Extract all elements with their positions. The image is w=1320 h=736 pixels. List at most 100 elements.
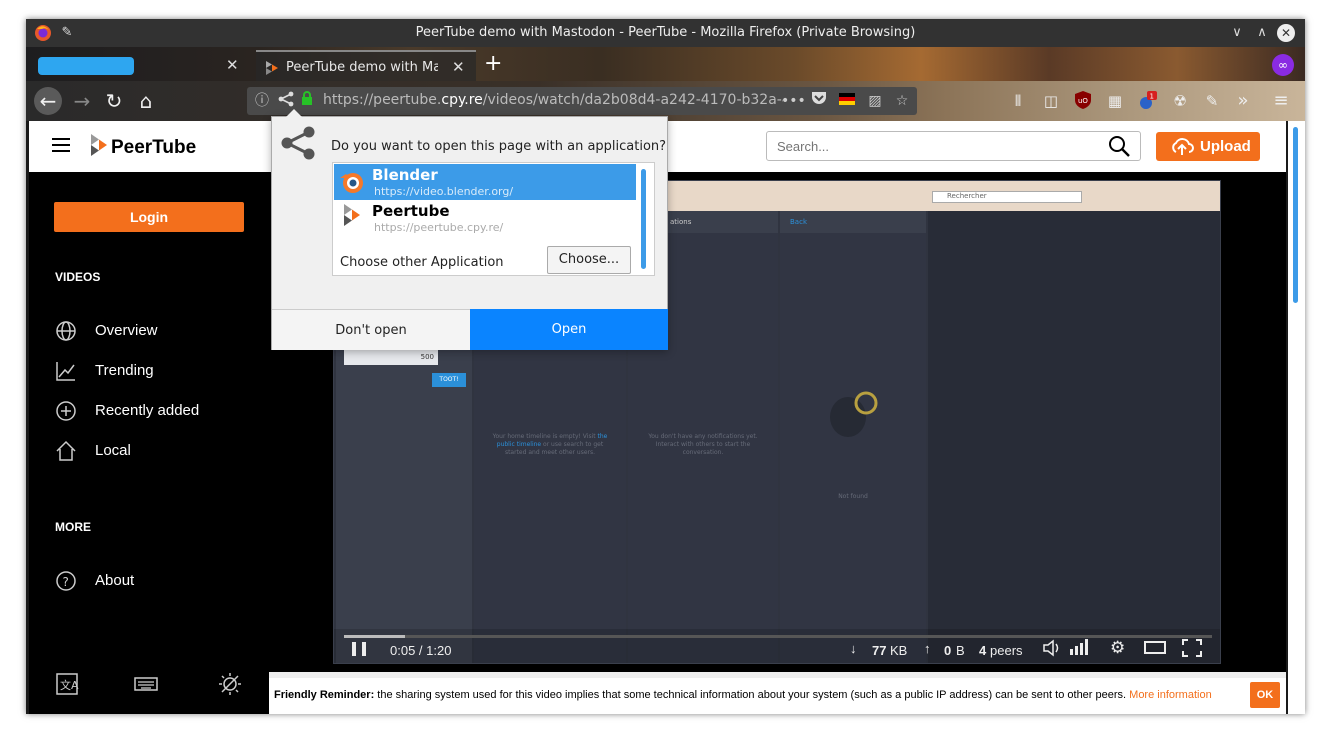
peertube-logo-icon xyxy=(344,204,360,230)
reader-mode-icon[interactable]: ▨ xyxy=(865,91,885,111)
pause-icon[interactable] xyxy=(352,642,366,656)
dialog-question: Do you want to open this page with an ap… xyxy=(331,139,667,154)
app-name: Peertube xyxy=(372,202,450,220)
trending-icon xyxy=(55,360,77,382)
sidebar-item-label: About xyxy=(95,572,135,589)
search-icon[interactable] xyxy=(1107,134,1131,158)
search-input[interactable] xyxy=(766,131,1141,161)
quality-bars-icon[interactable] xyxy=(1070,639,1092,658)
svg-text:1: 1 xyxy=(1150,93,1154,101)
dont-open-button[interactable]: Don't open xyxy=(272,309,470,350)
time-display: 0:05 / 1:20 xyxy=(390,643,452,658)
language-icon[interactable]: 文A xyxy=(55,672,79,696)
notifications-empty-text: You don't have any notifications yet. In… xyxy=(648,433,758,456)
detail-column: Back Not found xyxy=(780,211,926,663)
sidebar-item-label: Overview xyxy=(95,322,158,339)
close-tab-icon[interactable]: ✕ xyxy=(452,58,465,76)
close-tab-icon[interactable]: ✕ xyxy=(226,56,239,74)
german-flag-icon[interactable] xyxy=(837,91,857,111)
extension-grid-icon[interactable]: ▦ xyxy=(1105,91,1125,111)
upload-arrow-icon: ↑ xyxy=(924,641,931,656)
close-window-icon[interactable]: ✕ xyxy=(1277,24,1295,42)
page-scrollbar[interactable] xyxy=(1288,121,1305,714)
choose-button[interactable]: Choose... xyxy=(547,246,631,274)
globe-icon xyxy=(55,320,77,342)
forward-icon[interactable]: → xyxy=(68,87,96,115)
browser-window: ✎ PeerTube demo with Mastodon - PeerTube… xyxy=(26,19,1305,714)
minimize-icon[interactable]: ∨ xyxy=(1228,24,1246,42)
sidebar-item-label: Trending xyxy=(95,362,154,379)
svg-text:uO: uO xyxy=(1078,97,1088,105)
menu-icon[interactable]: ≡ xyxy=(1271,91,1291,111)
section-title-videos: VIDEOS xyxy=(55,270,101,284)
maximize-icon[interactable]: ∧ xyxy=(1253,24,1271,42)
ublock-icon[interactable]: uO xyxy=(1073,91,1093,111)
app-item-peertube[interactable]: Peertube https://peertube.cpy.re/ xyxy=(334,200,636,236)
nav-bar: ← → ↻ ⌂ ⓘ https://peertube.cpy.re/videos… xyxy=(26,81,1305,121)
login-button[interactable]: Login xyxy=(54,202,244,232)
settings-gear-icon[interactable]: ⚙ xyxy=(1110,638,1125,658)
reload-icon[interactable]: ↻ xyxy=(100,87,128,115)
help-circle-icon: ? xyxy=(55,570,77,592)
peers-label: peers xyxy=(990,643,1023,658)
theater-mode-icon[interactable] xyxy=(1144,641,1166,654)
char-counter: 500 xyxy=(344,349,438,365)
fullscreen-icon[interactable] xyxy=(1182,639,1202,660)
peertube-favicon-icon xyxy=(266,61,278,79)
sidebar-icon[interactable]: ◫ xyxy=(1041,91,1061,111)
embedded-search: Rechercher xyxy=(932,191,1082,203)
bookmark-star-icon[interactable]: ☆ xyxy=(892,91,912,111)
library-icon[interactable]: ⫴ xyxy=(1008,91,1028,111)
info-icon[interactable]: ⓘ xyxy=(252,91,272,111)
tab-label: PeerTube demo with Mastodon - PeerTube xyxy=(286,60,438,75)
url-bar[interactable]: ⓘ https://peertube.cpy.re/videos/watch/d… xyxy=(247,87,917,115)
redaction-mark xyxy=(38,57,134,75)
svg-text:文A: 文A xyxy=(60,678,79,692)
tab-peertube[interactable]: PeerTube demo with Mastodon - PeerTube ✕ xyxy=(256,50,476,81)
empty-area xyxy=(928,211,1220,663)
back-link: Back xyxy=(780,211,926,233)
plus-circle-icon xyxy=(55,400,77,422)
tab-bar: ✕ PeerTube demo with Mastodon - PeerTube… xyxy=(26,47,1305,81)
blender-icon xyxy=(338,168,366,200)
share-icon[interactable] xyxy=(276,91,296,111)
more-information-link[interactable]: More information xyxy=(1129,689,1212,701)
download-unit: KB xyxy=(890,643,908,658)
peertube-logo[interactable]: PeerTube xyxy=(91,134,196,162)
tab-redacted[interactable]: ✕ xyxy=(30,50,252,81)
volume-icon[interactable] xyxy=(1042,639,1062,660)
extension-edit-icon[interactable]: ✎ xyxy=(1202,91,1222,111)
peertube-logo-icon xyxy=(91,134,107,162)
app-item-blender[interactable]: Blender https://video.blender.org/ xyxy=(334,164,636,200)
extension-badge-icon[interactable]: 1 xyxy=(1138,91,1158,111)
overflow-icon[interactable]: » xyxy=(1233,91,1253,111)
url-text[interactable]: https://peertube.cpy.re/videos/watch/da2… xyxy=(323,92,783,108)
app-url: https://video.blender.org/ xyxy=(374,185,514,198)
download-value: 77 xyxy=(872,643,887,658)
share-icon xyxy=(280,125,316,165)
page-actions-icon[interactable]: ••• xyxy=(781,91,806,111)
new-tab-icon[interactable]: + xyxy=(484,51,502,76)
sidebar-item-label: Local xyxy=(95,442,131,459)
pocket-icon[interactable] xyxy=(809,91,829,111)
back-icon[interactable]: ← xyxy=(34,87,62,115)
toot-button: TOOT! xyxy=(432,373,466,387)
section-title-more: MORE xyxy=(55,520,91,534)
svg-text:?: ? xyxy=(63,575,69,589)
upload-unit: B xyxy=(956,643,965,658)
upload-value: 0 xyxy=(944,643,952,658)
home-icon[interactable]: ⌂ xyxy=(132,87,160,115)
download-arrow-icon: ↓ xyxy=(850,641,857,656)
open-button[interactable]: Open xyxy=(470,309,668,350)
app-url: https://peertube.cpy.re/ xyxy=(374,221,504,234)
hamburger-menu-icon[interactable] xyxy=(52,138,70,152)
reminder-ok-button[interactable]: OK xyxy=(1250,682,1280,708)
theme-icon[interactable] xyxy=(218,672,242,696)
scrollbar-thumb[interactable] xyxy=(1293,127,1298,303)
lock-icon xyxy=(297,91,317,111)
open-with-dialog: Do you want to open this page with an ap… xyxy=(271,109,668,350)
list-scrollbar[interactable] xyxy=(641,169,646,269)
keyboard-icon[interactable] xyxy=(134,672,158,696)
radiation-icon[interactable]: ☢ xyxy=(1170,91,1190,111)
elephant-icon xyxy=(824,383,880,443)
